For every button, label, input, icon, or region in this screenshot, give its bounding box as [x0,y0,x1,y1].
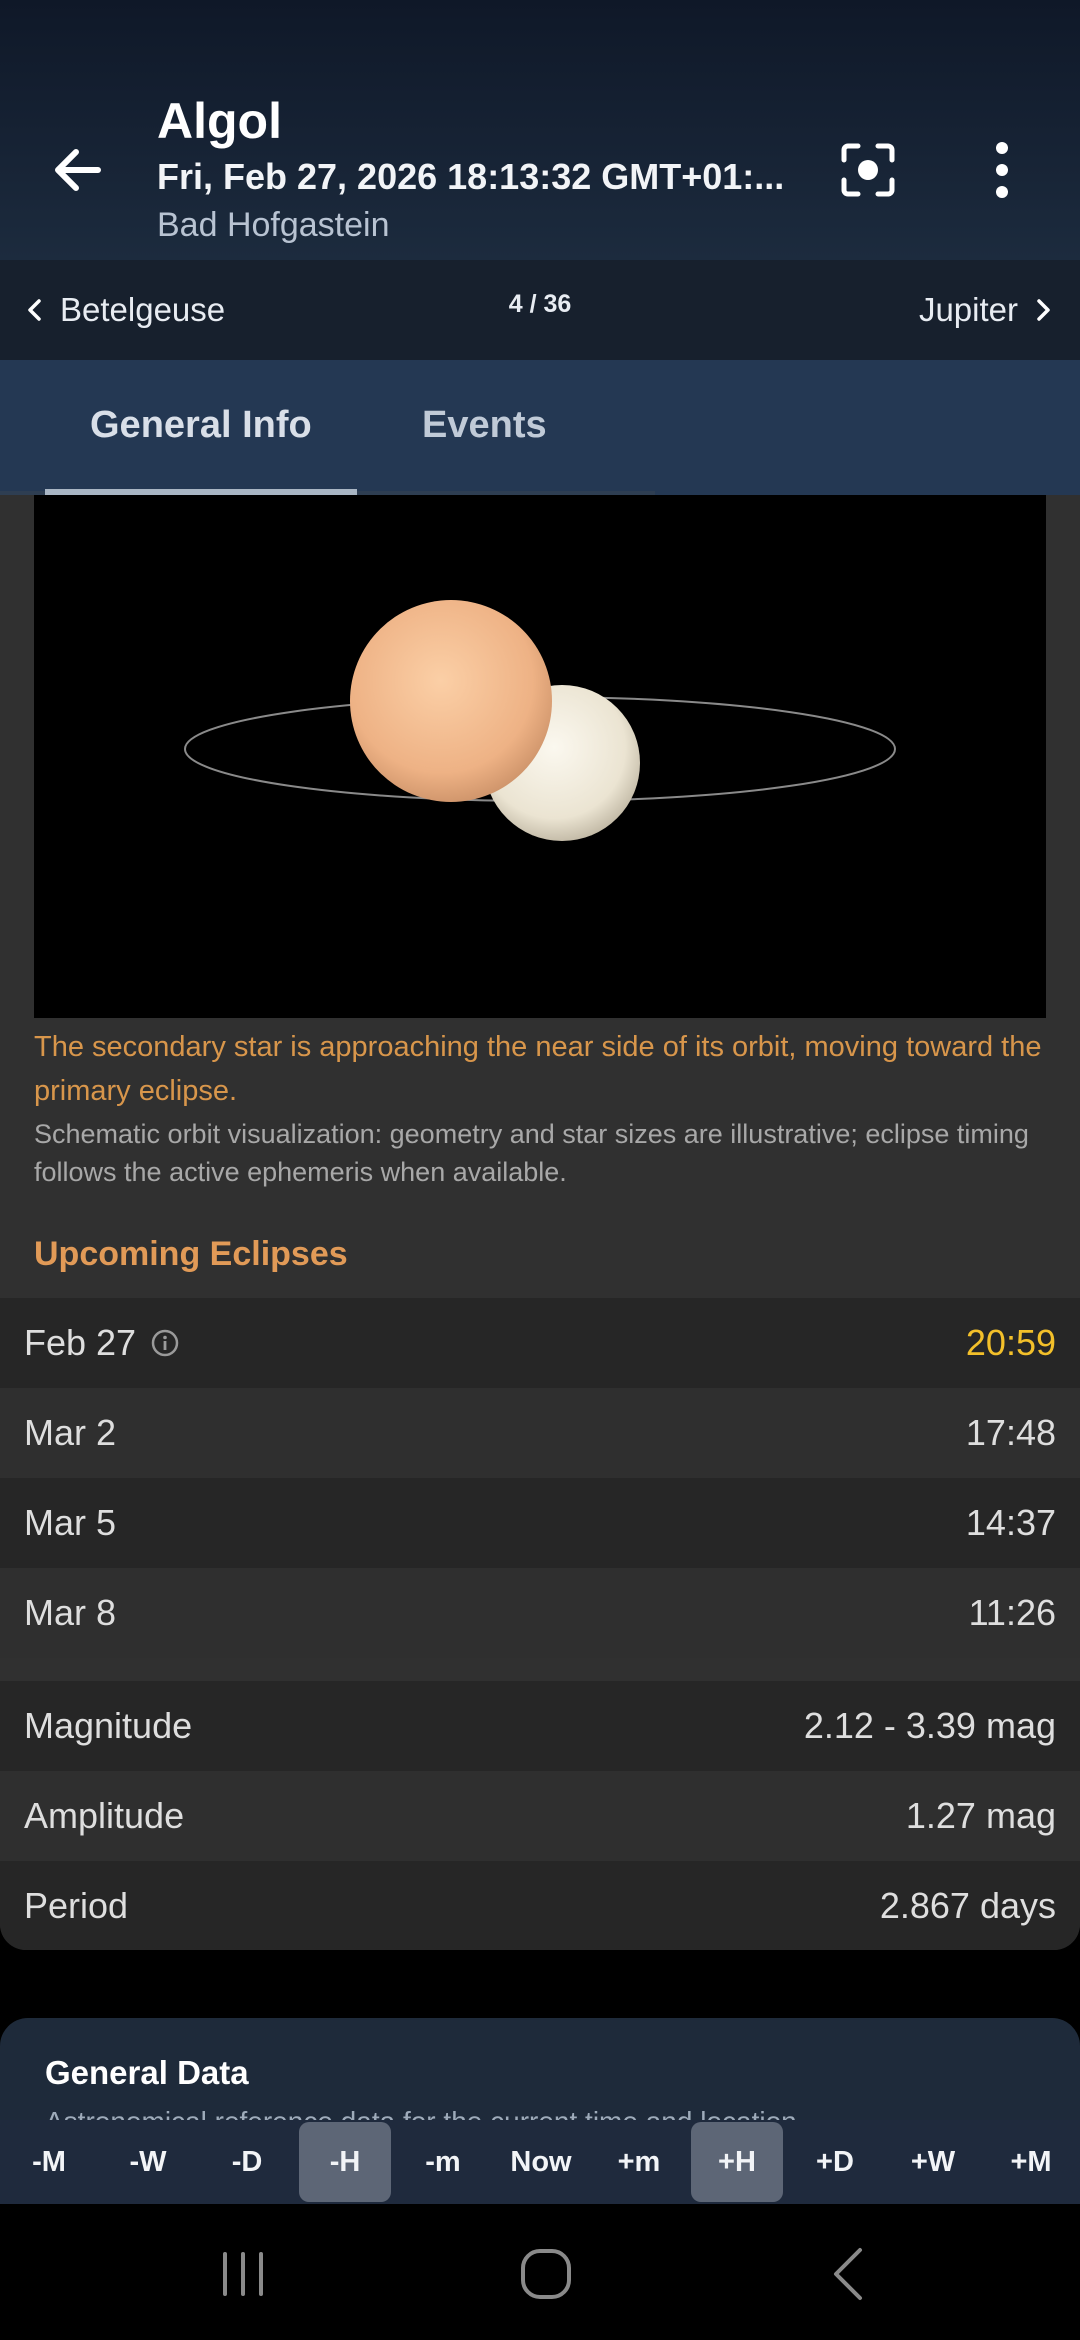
property-row-period: Period 2.867 days [0,1861,1080,1950]
tab-general-info[interactable]: General Info [90,404,312,447]
general-data-title: General Data [45,2054,249,2091]
orbit-disclaimer: Schematic orbit visualization: geometry … [34,1119,1029,1187]
tab-events[interactable]: Events [422,404,547,447]
eclipse-date: Feb 27 [24,1322,137,1363]
eclipse-time: 14:37 [965,1502,1056,1543]
eclipse-date: Mar 5 [24,1502,117,1543]
system-navigation-bar [0,2204,1080,2340]
time-minus-day-button[interactable]: -D [201,2122,293,2202]
time-plus-day-button[interactable]: +D [789,2122,881,2202]
back-arrow-icon[interactable] [48,140,108,200]
eclipse-row[interactable]: Mar 5 14:37 [0,1478,1080,1568]
chevron-right-icon [1037,299,1050,321]
eclipse-date: Mar 2 [24,1412,117,1453]
time-plus-month-button[interactable]: +M [985,2122,1077,2202]
general-info-card: The secondary star is approaching the ne… [0,495,1080,1950]
upcoming-eclipses-title: Upcoming Eclipses [34,1235,348,1273]
eclipse-row[interactable]: Mar 2 17:48 [0,1388,1080,1478]
primary-star [350,600,552,802]
property-label: Period [24,1885,129,1926]
info-icon[interactable] [150,1328,180,1358]
time-plus-hour-button[interactable]: +H [691,2122,783,2202]
datetime-label[interactable]: Fri, Feb 27, 2026 18:13:32 GMT+01:... [157,156,797,198]
property-value: 1.27 mag [905,1795,1056,1836]
time-plus-minute-button[interactable]: +m [593,2122,685,2202]
time-minus-month-button[interactable]: -M [3,2122,95,2202]
app-header: Algol Fri, Feb 27, 2026 18:13:32 GMT+01:… [0,0,1080,260]
time-minus-minute-button[interactable]: -m [397,2122,489,2202]
property-label: Amplitude [24,1795,185,1836]
location-label[interactable]: Bad Hofgastein [157,206,390,245]
property-row-magnitude: Magnitude 2.12 - 3.39 mag [0,1681,1080,1771]
property-label: Magnitude [24,1705,193,1746]
recent-apps-icon[interactable] [213,2244,273,2304]
object-title: Algol [157,93,282,149]
orbit-visualization [34,495,1046,1018]
next-object-button[interactable]: Jupiter [919,288,1056,332]
orbit-status-caption: The secondary star is approaching the ne… [34,1031,1042,1107]
time-plus-week-button[interactable]: +W [887,2122,979,2202]
eclipse-date: Mar 8 [24,1592,117,1633]
eclipse-time: 20:59 [965,1322,1056,1363]
next-object-label: Jupiter [918,291,1018,328]
eclipse-row[interactable]: Feb 27 20:59 [0,1298,1080,1388]
time-step-bar: -M -W -D -H -m Now +m +H +D +W +M [0,2120,1080,2204]
property-value: 2.867 days [879,1885,1056,1926]
center-focus-icon[interactable] [838,140,898,200]
time-minus-hour-button[interactable]: -H [299,2122,391,2202]
more-options-icon[interactable] [985,140,1019,200]
eclipse-time: 17:48 [965,1412,1056,1453]
property-row-amplitude: Amplitude 1.27 mag [0,1771,1080,1861]
eclipse-time: 11:26 [968,1592,1056,1633]
time-minus-week-button[interactable]: -W [102,2122,194,2202]
property-value: 2.12 - 3.39 mag [803,1705,1056,1746]
time-now-button[interactable]: Now [495,2122,587,2202]
eclipse-row[interactable]: Mar 8 11:26 [0,1568,1080,1658]
tab-bar: General Info Events [0,360,1080,495]
object-navigation: Betelgeuse 4 / 36 Jupiter [0,260,1080,360]
home-icon[interactable] [516,2244,576,2304]
system-back-icon[interactable] [820,2244,880,2304]
